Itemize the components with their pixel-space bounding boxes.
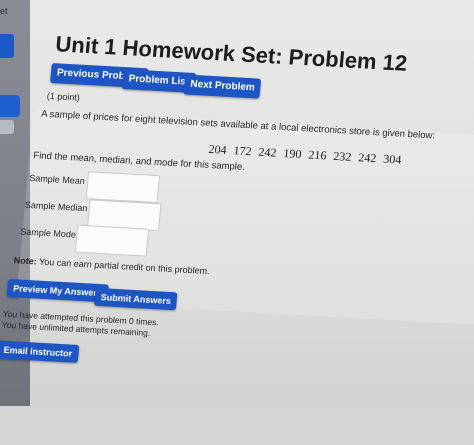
sample-mode-input[interactable] [74,224,150,257]
points-label: (1 point) [46,90,81,103]
note-label: Note: [13,255,38,267]
sidebar-tab-active[interactable] [0,34,14,58]
sample-mean-input[interactable] [85,171,161,204]
submit-answers-button[interactable]: Submit Answers [93,287,178,311]
sidebar-tab[interactable] [0,120,14,134]
sidebar-tab-highlight[interactable] [0,95,20,117]
next-problem-button[interactable]: Next Problem [183,74,262,99]
problem-page: Unit 1 Homework Set: Problem 12 Previous… [0,0,474,406]
email-instructor-button[interactable]: Email instructor [0,340,79,363]
sidebar-label: et [0,6,8,16]
screen: et Unit 1 Homework Set: Problem 12 Previ… [0,0,474,406]
